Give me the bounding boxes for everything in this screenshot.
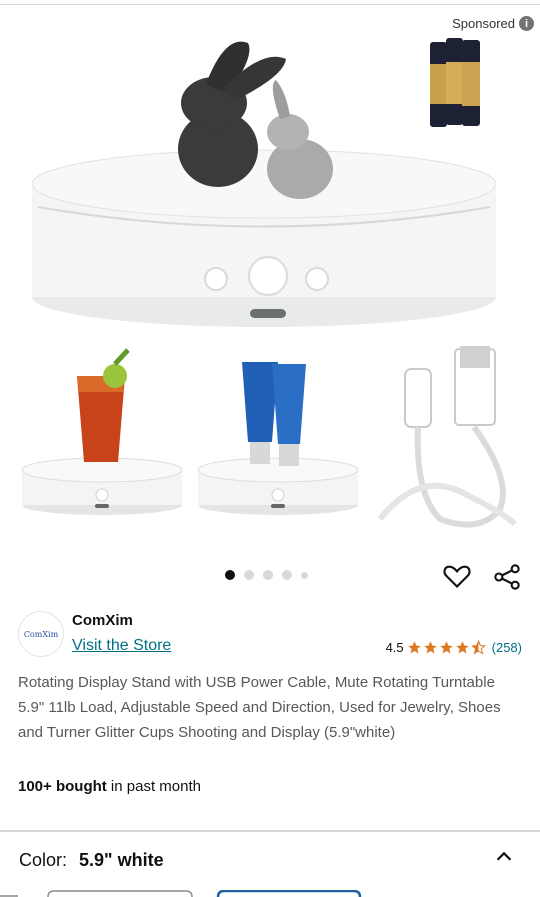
- star-icon: [407, 641, 421, 654]
- thumbnail-drink: [21, 348, 183, 515]
- heart-icon[interactable]: [443, 563, 471, 589]
- rating-value: 4.5: [385, 640, 404, 655]
- star-icon: [455, 641, 469, 654]
- section-divider: [0, 830, 540, 832]
- star-icon: [439, 641, 453, 654]
- pagination-dot-5[interactable]: [301, 571, 308, 579]
- thumbnail-tubes: [197, 362, 359, 515]
- gallery-pagination[interactable]: [225, 570, 308, 580]
- brand-logo[interactable]: ComXim: [18, 611, 64, 657]
- battery-ad-image: [430, 38, 480, 127]
- color-label: Color:: [19, 850, 68, 870]
- chevron-up-icon[interactable]: [493, 846, 515, 868]
- color-value: 5.9" white: [79, 850, 164, 870]
- star-rating: [407, 640, 486, 655]
- half-star-icon: [470, 640, 486, 655]
- product-title: Rotating Display Stand with USB Power Ca…: [18, 674, 501, 741]
- brand-name: ComXim: [72, 612, 133, 629]
- product-image-gallery[interactable]: [0, 24, 540, 554]
- thumbnail-cable: [377, 346, 518, 528]
- bought-count: 100+ bought: [18, 778, 107, 795]
- bought-period: in past month: [106, 778, 201, 795]
- visit-store-link[interactable]: Visit the Store: [72, 637, 171, 655]
- share-icon[interactable]: [493, 563, 521, 591]
- review-count[interactable]: (258): [492, 640, 522, 655]
- rating-summary[interactable]: 4.5 (258): [386, 640, 522, 655]
- brand-logo-text: ComXim: [23, 629, 59, 639]
- main-turntable-image: [31, 41, 497, 327]
- pagination-dot-3[interactable]: [263, 570, 273, 580]
- variation-swatches-peek: [0, 890, 362, 897]
- bought-in-past-month: 100+ bought in past month: [18, 778, 201, 795]
- pagination-dot-2[interactable]: [244, 570, 254, 580]
- pagination-dot-1[interactable]: [225, 570, 235, 580]
- star-icon: [423, 641, 437, 654]
- pagination-dot-4[interactable]: [282, 570, 292, 580]
- top-divider: [0, 0, 540, 5]
- color-selector[interactable]: Color: 5.9" white: [19, 850, 164, 871]
